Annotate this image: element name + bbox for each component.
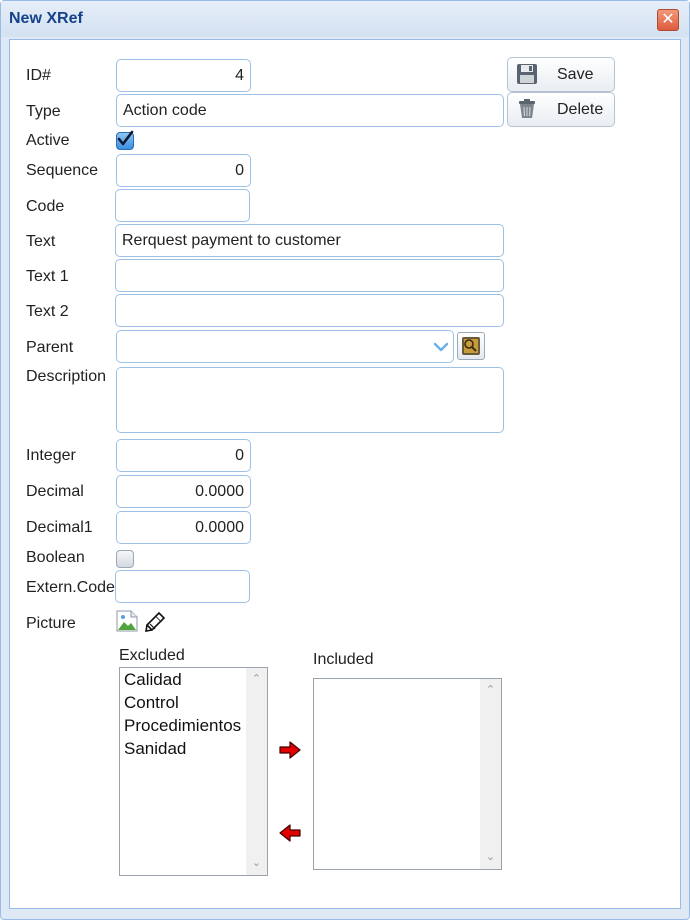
broken-image-icon[interactable] (116, 610, 138, 632)
extern-code-label: Extern.Code (26, 579, 115, 596)
edit-picture-icon[interactable] (144, 611, 166, 633)
close-icon[interactable]: ✕ (657, 9, 679, 31)
included-listbox[interactable]: ⌃ ⌄ (313, 678, 502, 870)
included-scrollbar[interactable]: ⌃ ⌄ (480, 679, 501, 869)
code-label: Code (26, 198, 65, 215)
decimal-label: Decimal (26, 483, 84, 500)
excluded-label: Excluded (119, 647, 185, 664)
text2-field[interactable] (115, 294, 504, 327)
decimal1-field[interactable]: 0.0000 (116, 511, 251, 544)
text-field[interactable]: Rerquest payment to customer (115, 224, 504, 257)
description-label: Description (26, 368, 107, 385)
window-title: New XRef (9, 10, 83, 27)
parent-combobox[interactable] (116, 330, 454, 363)
move-left-arrow-icon[interactable] (278, 823, 302, 843)
boolean-checkbox[interactable] (116, 550, 134, 568)
excluded-listbox[interactable]: Calidad Control Procedimientos Sanidad ⌃… (119, 667, 268, 876)
text1-field[interactable] (115, 259, 504, 292)
text2-label: Text 2 (26, 303, 69, 320)
list-item[interactable]: Control (124, 693, 179, 713)
picture-label: Picture (26, 615, 76, 632)
list-item[interactable]: Sanidad (124, 739, 186, 759)
decimal1-label: Decimal1 (26, 519, 93, 536)
scroll-down-icon[interactable]: ⌄ (485, 852, 496, 863)
code-field[interactable] (115, 189, 250, 222)
delete-button-label: Delete (557, 101, 604, 118)
parent-lookup-button[interactable] (457, 332, 485, 360)
delete-button[interactable]: Delete (507, 92, 615, 127)
parent-label: Parent (26, 339, 74, 356)
text1-label: Text 1 (26, 268, 69, 285)
id-field[interactable]: 4 (116, 59, 251, 92)
boolean-label: Boolean (26, 549, 85, 566)
active-label: Active (26, 132, 70, 149)
extern-code-field[interactable] (115, 570, 250, 603)
text-label: Text (26, 233, 56, 250)
list-item[interactable]: Calidad (124, 670, 182, 690)
xref-window: New XRef ✕ ID# 4 Save Type Action code D… (0, 0, 690, 920)
window-titlebar[interactable]: New XRef ✕ (1, 1, 689, 37)
list-item[interactable]: Procedimientos (124, 716, 241, 736)
trash-icon (519, 99, 535, 118)
integer-field[interactable]: 0 (116, 439, 251, 472)
integer-label: Integer (26, 447, 76, 464)
scroll-down-icon[interactable]: ⌄ (251, 858, 262, 869)
sequence-field[interactable]: 0 (116, 154, 251, 187)
description-textarea[interactable] (116, 367, 504, 433)
floppy-disk-icon (517, 64, 537, 84)
save-button[interactable]: Save (507, 57, 615, 92)
included-label: Included (313, 651, 374, 668)
id-label: ID# (26, 67, 51, 84)
move-right-arrow-icon[interactable] (278, 740, 302, 760)
scroll-up-icon[interactable]: ⌃ (485, 685, 496, 696)
form-panel: ID# 4 Save Type Action code Delete Activ… (9, 39, 681, 909)
active-checkbox[interactable] (116, 130, 134, 150)
lookup-icon (462, 337, 480, 355)
scroll-up-icon[interactable]: ⌃ (251, 674, 262, 685)
chevron-down-icon[interactable] (433, 339, 449, 355)
sequence-label: Sequence (26, 162, 99, 179)
type-label: Type (26, 103, 61, 120)
type-field[interactable]: Action code (116, 94, 504, 127)
save-button-label: Save (557, 66, 594, 83)
excluded-scrollbar[interactable]: ⌃ ⌄ (246, 668, 267, 875)
checkmark-icon (117, 130, 134, 146)
decimal-field[interactable]: 0.0000 (116, 475, 251, 508)
